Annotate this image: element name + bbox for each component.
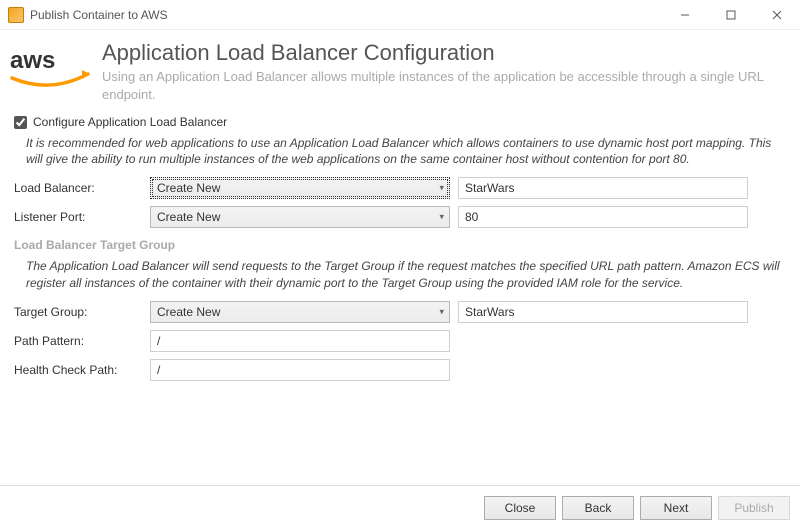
minimize-button[interactable] — [662, 0, 708, 30]
titlebar: Publish Container to AWS — [0, 0, 800, 30]
path-pattern-label: Path Pattern: — [14, 334, 150, 348]
load-balancer-select[interactable]: Create New ▾ — [150, 177, 450, 199]
target-group-section-title: Load Balancer Target Group — [14, 238, 786, 252]
next-button[interactable]: Next — [640, 496, 712, 520]
load-balancer-label: Load Balancer: — [14, 181, 150, 195]
target-group-label: Target Group: — [14, 305, 150, 319]
wizard-footer: Close Back Next Publish — [0, 485, 800, 529]
svg-text:aws: aws — [10, 47, 55, 74]
chevron-down-icon: ▾ — [439, 306, 444, 317]
listener-port-select[interactable]: Create New ▾ — [150, 206, 450, 228]
back-button[interactable]: Back — [562, 496, 634, 520]
aws-app-icon — [8, 7, 24, 23]
page-subtitle: Using an Application Load Balancer allow… — [102, 68, 790, 103]
close-window-button[interactable] — [754, 0, 800, 30]
path-pattern-input[interactable]: / — [150, 330, 450, 352]
health-check-label: Health Check Path: — [14, 363, 150, 377]
configure-alb-label: Configure Application Load Balancer — [33, 115, 227, 129]
load-balancer-name-input[interactable]: StarWars — [458, 177, 748, 199]
listener-port-input[interactable]: 80 — [458, 206, 748, 228]
target-group-name-input[interactable]: StarWars — [458, 301, 748, 323]
chevron-down-icon: ▾ — [439, 212, 444, 223]
health-check-input[interactable]: / — [150, 359, 450, 381]
alb-recommendation-note: It is recommended for web applications t… — [26, 135, 786, 167]
listener-port-label: Listener Port: — [14, 210, 150, 224]
window-title: Publish Container to AWS — [30, 8, 168, 22]
publish-button: Publish — [718, 496, 790, 520]
configure-alb-checkbox-row[interactable]: Configure Application Load Balancer — [14, 115, 786, 129]
chevron-down-icon: ▾ — [439, 183, 444, 194]
close-button[interactable]: Close — [484, 496, 556, 520]
aws-logo: aws — [10, 46, 90, 97]
page-title: Application Load Balancer Configuration — [102, 40, 790, 66]
maximize-button[interactable] — [708, 0, 754, 30]
page-header: aws Application Load Balancer Configurat… — [0, 30, 800, 111]
target-group-note: The Application Load Balancer will send … — [26, 258, 786, 290]
target-group-select[interactable]: Create New ▾ — [150, 301, 450, 323]
configure-alb-checkbox[interactable] — [14, 116, 27, 129]
